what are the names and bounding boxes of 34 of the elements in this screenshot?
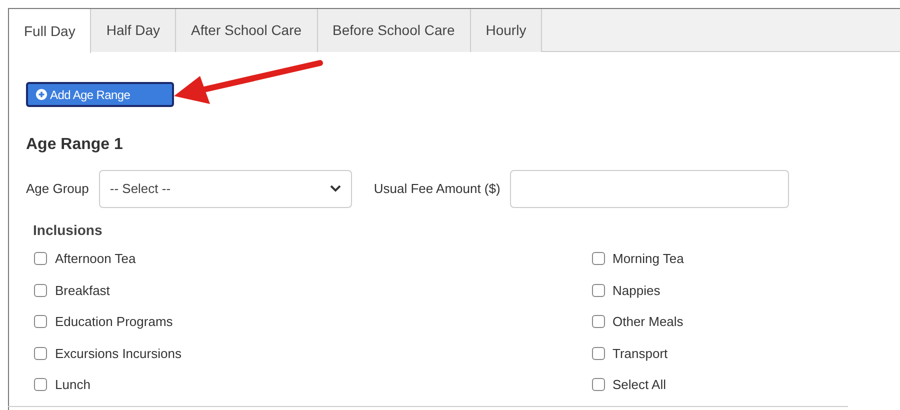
checkbox-option[interactable]: Nappies xyxy=(592,274,881,306)
tab[interactable]: Half Day xyxy=(91,9,176,52)
checkbox-option[interactable]: Education Programs xyxy=(34,306,458,338)
checkbox[interactable] xyxy=(592,315,604,328)
checkbox-option[interactable]: Afternoon Tea xyxy=(34,243,458,274)
field-label: Usual Fee Amount ($) xyxy=(374,180,500,198)
checkbox[interactable] xyxy=(34,284,47,297)
checkbox-option[interactable]: Morning Tea xyxy=(592,243,881,274)
checkbox[interactable] xyxy=(34,252,47,266)
checkbox-option[interactable]: Breakfast xyxy=(34,274,458,306)
checkbox-option[interactable]: Select All xyxy=(592,369,881,400)
age-group-select[interactable]: -- Select -- xyxy=(98,170,352,208)
checkbox-option[interactable]: Excursions Incursions xyxy=(34,338,458,369)
checkbox[interactable] xyxy=(592,378,604,392)
tab[interactable]: Before School Care xyxy=(318,9,471,52)
section-heading: Age Range 1 xyxy=(26,135,124,155)
checkbox[interactable] xyxy=(592,284,604,297)
checkbox[interactable] xyxy=(592,252,604,266)
chevron-down-icon xyxy=(330,185,341,193)
checkbox[interactable] xyxy=(34,315,47,328)
checkbox[interactable] xyxy=(34,378,47,392)
checkbox-option[interactable]: Other Meals xyxy=(592,306,881,338)
plus-circle-icon xyxy=(36,89,47,100)
checkbox-option[interactable]: Transport xyxy=(592,338,881,369)
tab[interactable]: Hourly xyxy=(470,9,542,52)
tab[interactable]: After School Care xyxy=(176,9,318,52)
field-label: Age Group xyxy=(26,180,89,198)
tab[interactable]: Full Day xyxy=(9,9,92,53)
checkbox[interactable] xyxy=(34,346,47,360)
add-age-range-button[interactable]: Add Age Range xyxy=(26,82,174,107)
fee-amount-field[interactable] xyxy=(510,170,790,208)
checkbox-option[interactable]: Lunch xyxy=(34,369,458,400)
section-label: Inclusions xyxy=(32,221,104,240)
checkbox[interactable] xyxy=(592,346,604,360)
